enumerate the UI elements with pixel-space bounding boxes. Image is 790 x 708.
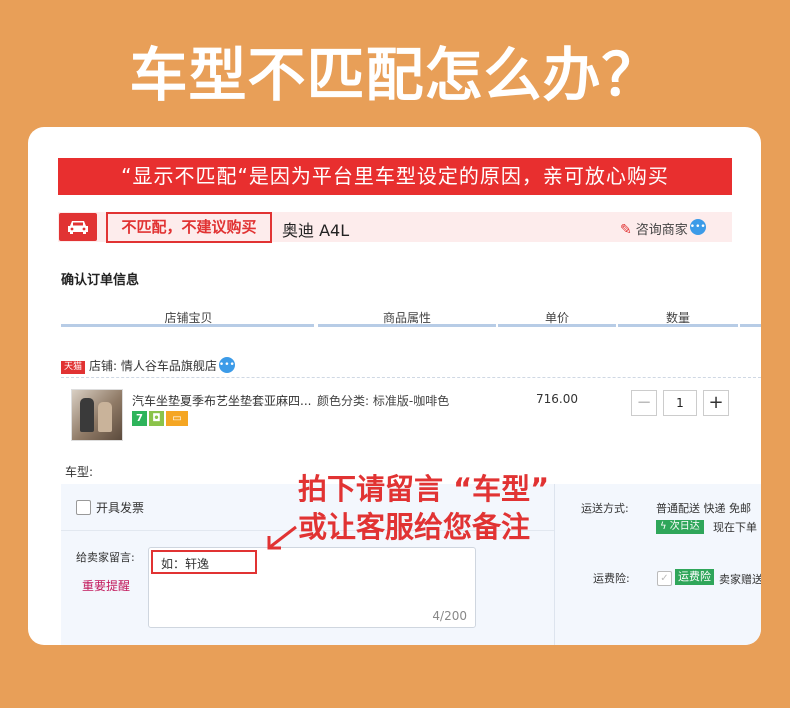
shipping-label: 运送方式:: [581, 502, 629, 515]
insurance-label: 运费险:: [593, 572, 630, 585]
chat-bubble-icon[interactable]: •••: [689, 219, 706, 235]
shop-row: 天猫 店铺: 情人谷车品旗舰店 •••: [61, 357, 235, 374]
character-count: 4/200: [432, 609, 467, 623]
callout-line-1: 拍下请留言 “车型”: [298, 472, 550, 506]
column-underline: [618, 324, 738, 327]
car-model: 奥迪 A4L: [282, 221, 350, 240]
shop-separator: [61, 377, 761, 379]
order-title: 确认订单信息: [61, 273, 140, 288]
seller-message-textarea[interactable]: 如：轩逸 4/200: [148, 547, 476, 628]
insurance-badge: 运费险: [675, 569, 714, 585]
order-card: “显示不匹配“是因为平台里车型设定的原因，亲可放心购买 不匹配，不建议购买 奥迪…: [28, 127, 761, 645]
card-payment-icon: ▭: [166, 411, 188, 426]
shipping-value[interactable]: 普通配送 快递 免邮: [656, 500, 751, 516]
callout-annotation: 拍下请留言 “车型” 或让客服给您备注: [298, 470, 549, 546]
callout-line-2: 或让客服给您备注: [298, 510, 531, 544]
message-label: 给卖家留言:: [76, 551, 135, 564]
product-price: 716.00: [536, 392, 578, 406]
info-banner: “显示不匹配“是因为平台里车型设定的原因，亲可放心购买: [58, 158, 732, 195]
invoice-checkbox[interactable]: [76, 500, 91, 515]
next-day-badge: ϟ 次日达: [656, 520, 704, 534]
consult-label: 咨询商家: [635, 223, 688, 238]
insurance-text: 卖家赠送: [719, 573, 761, 586]
product-attribute: 颜色分类: 标准版-咖啡色: [317, 394, 450, 408]
tmall-badge: 天猫: [61, 361, 86, 374]
product-thumbnail[interactable]: [71, 389, 123, 441]
important-reminder-link[interactable]: 重要提醒: [82, 577, 130, 594]
panel-divider: [554, 484, 555, 645]
consult-seller-link[interactable]: ✎ 咨询商家 •••: [620, 219, 706, 238]
car-icon: [59, 213, 97, 241]
product-title[interactable]: 汽车坐垫夏季布艺坐垫套亚麻四...: [132, 392, 312, 409]
message-example-highlight: 如：轩逸: [151, 550, 257, 574]
arrow-icon: [267, 525, 297, 550]
headline: 车型不匹配怎么办？: [129, 41, 661, 109]
quantity-input[interactable]: 1: [663, 390, 697, 416]
column-underline: [498, 324, 616, 327]
seven-day-return-icon: 7: [132, 411, 147, 426]
invoice-option[interactable]: 开具发票: [76, 499, 144, 516]
invoice-label: 开具发票: [96, 501, 145, 515]
next-day-text: 现在下单: [713, 521, 757, 534]
mismatch-warning: 不匹配，不建议购买: [106, 212, 272, 243]
decrease-button[interactable]: −: [631, 390, 657, 416]
model-label: 车型:: [65, 465, 94, 479]
column-underline: [318, 324, 496, 327]
pencil-icon: ✎: [620, 222, 632, 238]
mismatch-bar: 不匹配，不建议购买 奥迪 A4L ✎ 咨询商家 •••: [58, 212, 732, 243]
column-underline: [61, 324, 314, 327]
shop-name[interactable]: 店铺: 情人谷车品旗舰店: [89, 359, 217, 373]
column-underline: [740, 324, 761, 327]
android-service-icon: ◘: [149, 411, 164, 426]
service-badges: 7 ◘ ▭: [132, 411, 190, 427]
insurance-checkbox[interactable]: ✓: [657, 571, 672, 586]
lightning-icon: ϟ: [660, 521, 667, 532]
chat-bubble-icon[interactable]: •••: [218, 357, 235, 373]
increase-button[interactable]: +: [703, 390, 729, 416]
